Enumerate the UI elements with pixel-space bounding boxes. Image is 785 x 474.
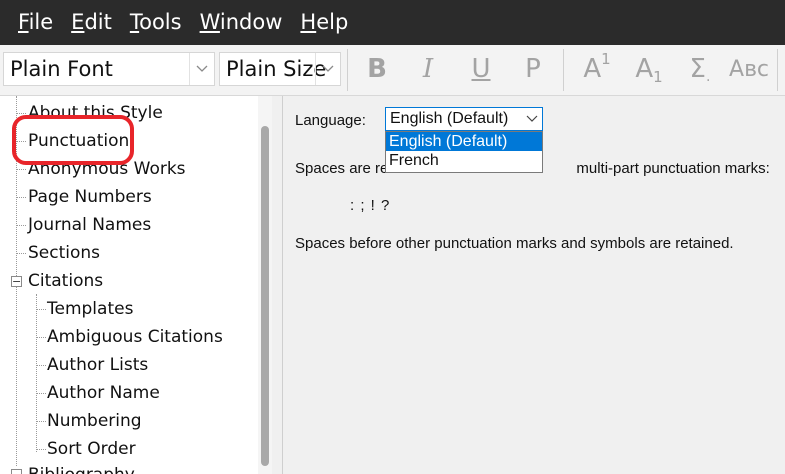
tree-item-bibliography[interactable]: Bibliography	[28, 462, 135, 474]
tree-item-ambiguous-citations[interactable]: Ambiguous Citations	[47, 324, 223, 350]
menu-help[interactable]: Help	[291, 0, 357, 45]
underline-button[interactable]: U	[461, 51, 501, 87]
tree-line	[16, 253, 26, 254]
punctuation-panel: Language: English (Default) Spaces are r…	[283, 96, 785, 474]
smallcaps-button[interactable]: Aʙᴄ	[726, 51, 772, 87]
tree-line	[16, 197, 26, 198]
panel-splitter[interactable]	[272, 96, 283, 474]
tree-item-sort-order[interactable]: Sort Order	[47, 436, 136, 462]
language-select-value: English (Default)	[390, 110, 509, 127]
tree-line	[16, 286, 17, 466]
tree-line	[36, 393, 46, 394]
menu-window[interactable]: Window	[191, 0, 292, 45]
spaces-retained-text: Spaces before other punctuation marks an…	[295, 235, 734, 252]
language-option-english[interactable]: English (Default)	[386, 132, 542, 151]
superscript-button[interactable]: A1	[577, 50, 617, 87]
toolbar-separator	[563, 49, 564, 91]
scrollbar-thumb[interactable]	[261, 126, 269, 466]
menu-tools[interactable]: Tools	[121, 0, 191, 45]
symbol-button[interactable]: Σ.	[680, 51, 720, 87]
tree-item-citations[interactable]: Citations	[28, 268, 103, 294]
tree-line	[36, 449, 46, 450]
tree-line	[16, 225, 26, 226]
tree-item-author-lists[interactable]: Author Lists	[47, 352, 148, 378]
tree-line	[36, 365, 46, 366]
italic-button[interactable]: I	[408, 51, 448, 87]
chevron-down-icon[interactable]	[315, 53, 340, 85]
tree-item-numbering[interactable]: Numbering	[47, 408, 142, 434]
tree-item-journal-names[interactable]: Journal Names	[28, 212, 151, 238]
size-combo[interactable]: Plain Size	[219, 52, 341, 86]
language-select[interactable]: English (Default)	[385, 107, 543, 131]
tree-line	[36, 294, 37, 452]
bold-button[interactable]: B	[357, 51, 397, 87]
language-option-french[interactable]: French	[386, 151, 542, 170]
tree-line	[16, 113, 26, 114]
tree-item-page-numbers[interactable]: Page Numbers	[28, 184, 152, 210]
tree-item-sections[interactable]: Sections	[28, 240, 100, 266]
size-combo-value: Plain Size	[226, 57, 327, 81]
tree-line	[36, 309, 46, 310]
tree-item-author-name[interactable]: Author Name	[47, 380, 160, 406]
menu-file[interactable]: File	[0, 0, 62, 45]
toolbar: Plain Font Plain Size B I U P A1 A1 Σ. A…	[0, 45, 785, 96]
language-label: Language:	[295, 112, 366, 129]
plain-button[interactable]: P	[513, 51, 553, 87]
punctuation-marks: : ; ! ?	[350, 197, 391, 214]
menu-bar: File Edit Tools Window Help	[0, 0, 785, 45]
font-combo[interactable]: Plain Font	[3, 52, 215, 86]
tree-line	[36, 337, 46, 338]
tree-line	[16, 169, 26, 170]
toolbar-separator	[347, 49, 348, 91]
toolbar-separator	[777, 49, 778, 91]
chevron-down-icon[interactable]	[189, 53, 214, 85]
tree-item-templates[interactable]: Templates	[47, 296, 133, 322]
collapse-icon[interactable]: −	[11, 276, 22, 287]
font-combo-value: Plain Font	[10, 57, 113, 81]
collapse-icon[interactable]: −	[11, 469, 22, 474]
menu-edit[interactable]: Edit	[62, 0, 121, 45]
tree-line	[36, 421, 46, 422]
highlight-annotation	[12, 115, 134, 165]
subscript-button[interactable]: A1	[629, 51, 669, 87]
language-dropdown-list[interactable]: English (Default) French	[385, 131, 543, 173]
tree-scrollbar[interactable]	[258, 96, 272, 474]
